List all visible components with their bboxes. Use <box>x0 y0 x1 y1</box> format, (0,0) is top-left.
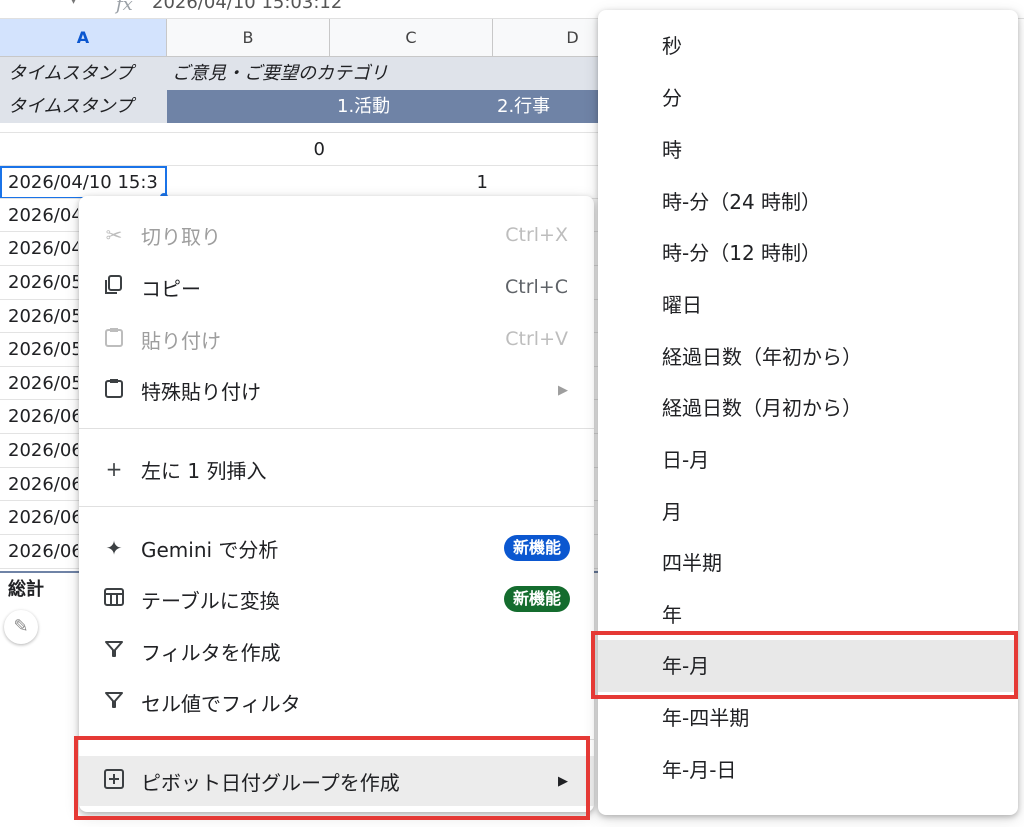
clipboard-icon <box>101 377 127 404</box>
date-cell[interactable]: 2026/05 <box>8 266 78 299</box>
cell-c2[interactable]: 1.活動 <box>337 90 397 123</box>
submenu-item-weekday[interactable]: 曜日 <box>598 279 1018 331</box>
date-cell[interactable]: 2026/06 <box>8 535 78 568</box>
submenu-item-quarter[interactable]: 四半期 <box>598 537 1018 589</box>
cell-d2[interactable]: 2.行事 <box>497 90 567 123</box>
cell-total[interactable]: 総計 <box>8 573 78 606</box>
cell-a4-selected[interactable]: 2026/04/10 15:3 <box>0 166 167 199</box>
date-cell[interactable]: 2026/04 <box>8 199 78 232</box>
context-menu: ✂ 切り取り Ctrl+X コピー Ctrl+C 貼り付け Ctrl+V 特殊貼… <box>79 196 594 812</box>
submenu-item-year-month-day[interactable]: 年-月-日 <box>598 744 1018 796</box>
submenu-item-month[interactable]: 月 <box>598 486 1018 538</box>
date-cell[interactable]: 2026/05 <box>8 333 78 366</box>
menu-divider <box>79 428 594 429</box>
sparkle-icon: ✦ <box>105 536 123 560</box>
submenu-arrow-icon: ▶ <box>558 773 568 789</box>
fx-icon: fx <box>116 0 133 15</box>
submenu-item-day-of-year[interactable]: 経過日数（年初から） <box>598 331 1018 383</box>
filter-icon <box>101 639 127 664</box>
submenu-item-year-month[interactable]: 年-月 <box>598 640 1018 692</box>
chevron-down-icon[interactable]: ▾ <box>70 0 77 8</box>
menu-item-copy[interactable]: コピー Ctrl+C <box>79 262 594 312</box>
date-cell[interactable]: 2026/05 <box>8 300 78 333</box>
date-group-submenu: 秒 分 時 時-分（24 時制） 時-分（12 時制） 曜日 経過日数（年初から… <box>598 10 1018 815</box>
cell-a2[interactable]: タイムスタンプ <box>8 90 168 123</box>
menu-item-create-filter[interactable]: フィルタを作成 <box>79 626 594 676</box>
new-badge: 新機能 <box>503 586 570 612</box>
cell-b3[interactable]: 0 <box>167 133 325 166</box>
table-icon <box>101 586 127 613</box>
date-cell[interactable]: 2026/05 <box>8 367 78 400</box>
menu-item-pivot-date-group[interactable]: ピボット日付グループを作成 ▶ <box>79 756 594 806</box>
submenu-item-day-month[interactable]: 日-月 <box>598 434 1018 486</box>
column-header-a[interactable]: A <box>0 19 167 57</box>
cell-c4[interactable]: 1 <box>330 166 488 199</box>
new-badge: 新機能 <box>503 535 570 561</box>
submenu-item-day-of-month[interactable]: 経過日数（月初から） <box>598 382 1018 434</box>
menu-divider <box>79 739 594 740</box>
submenu-item-year[interactable]: 年 <box>598 589 1018 641</box>
menu-item-paste[interactable]: 貼り付け Ctrl+V <box>79 314 594 364</box>
submenu-item-year-quarter[interactable]: 年-四半期 <box>598 692 1018 744</box>
submenu-item-minute[interactable]: 分 <box>598 72 1018 124</box>
column-header-b[interactable]: B <box>167 19 330 57</box>
plus-box-icon <box>101 768 127 795</box>
plus-icon: + <box>105 457 123 481</box>
date-cell[interactable]: 2026/04 <box>8 232 78 265</box>
menu-item-insert-left[interactable]: + 左に 1 列挿入 <box>79 444 594 494</box>
date-cell[interactable]: 2026/06 <box>8 434 78 467</box>
submenu-item-hour-minute-24[interactable]: 時-分（24 時制） <box>598 176 1018 228</box>
column-header-c[interactable]: C <box>330 19 493 57</box>
menu-item-convert-table[interactable]: テーブルに変換 新機能 <box>79 574 594 624</box>
formula-value[interactable]: 2026/04/10 15:03:12 <box>152 0 342 13</box>
menu-divider <box>79 506 594 507</box>
submenu-item-hour-minute-12[interactable]: 時-分（12 時制） <box>598 227 1018 279</box>
menu-item-gemini[interactable]: ✦ Gemini で分析 新機能 <box>79 523 594 573</box>
submenu-item-hour[interactable]: 時 <box>598 124 1018 176</box>
submenu-item-second[interactable]: 秒 <box>598 20 1018 72</box>
filter-icon <box>101 690 127 715</box>
cell-a1[interactable]: タイムスタンプ <box>8 57 168 90</box>
date-cell[interactable]: 2026/06 <box>8 468 78 501</box>
clipboard-icon <box>101 326 127 353</box>
submenu-arrow-icon: ▶ <box>558 382 568 398</box>
cell-b1[interactable]: ご意見・ご要望のカテゴリ <box>172 57 592 90</box>
menu-item-filter-by-value[interactable]: セル値でフィルタ <box>79 677 594 727</box>
menu-item-paste-special[interactable]: 特殊貼り付け ▶ <box>79 365 594 415</box>
menu-item-cut[interactable]: ✂ 切り取り Ctrl+X <box>79 210 594 260</box>
pencil-icon[interactable]: ✎ <box>4 610 38 644</box>
date-cell[interactable]: 2026/06 <box>8 400 78 433</box>
scissors-icon: ✂ <box>105 223 123 247</box>
date-cell[interactable]: 2026/06 <box>8 501 78 534</box>
copy-icon <box>101 274 127 301</box>
